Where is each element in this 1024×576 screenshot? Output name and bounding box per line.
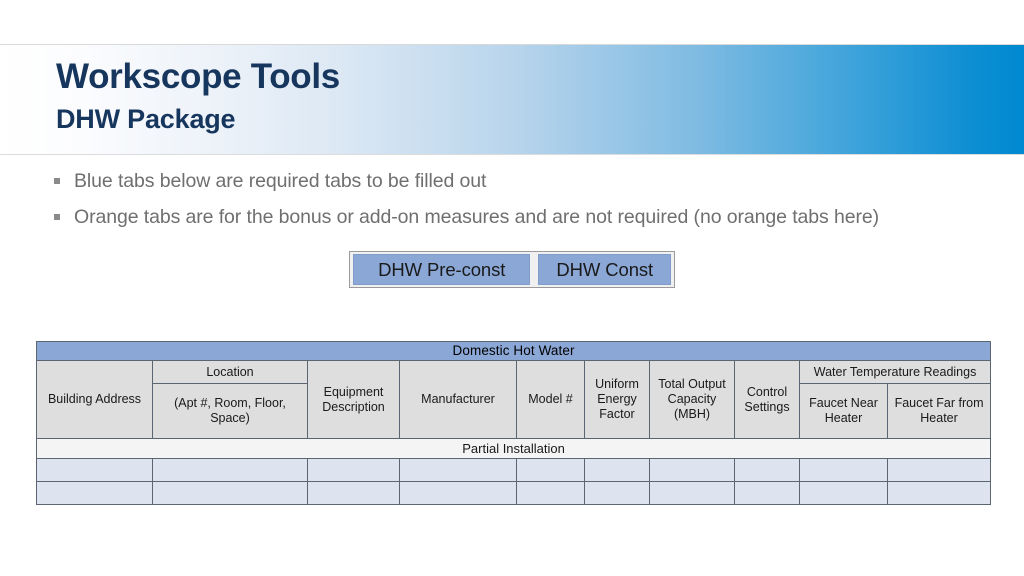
- cell-faucet-far-from-heater[interactable]: [886, 458, 992, 482]
- square-bullet-icon: [54, 214, 60, 220]
- section-row-label: Partial Installation: [35, 438, 992, 459]
- column-header-faucet-near-heater: Faucet Near Heater: [799, 383, 888, 439]
- cell-building-address[interactable]: [36, 458, 153, 482]
- slide-header-band: Workscope Tools DHW Package: [0, 44, 1024, 155]
- column-header-location-detail: (Apt #, Room, Floor, Space): [152, 383, 308, 439]
- cell-model-number[interactable]: [516, 481, 585, 505]
- cell-faucet-far-from-heater[interactable]: [886, 481, 992, 505]
- column-header-faucet-far-from-heater: Faucet Far from Heater: [886, 383, 992, 439]
- tab-dhw-pre-const[interactable]: DHW Pre-const: [353, 254, 531, 285]
- page-subtitle: DHW Package: [56, 104, 236, 134]
- column-header-uniform-energy-factor: Uniform Energy Factor: [584, 360, 650, 439]
- cell-equipment-description[interactable]: [307, 481, 400, 505]
- column-header-equipment-description: Equipment Description: [307, 360, 400, 439]
- tab-dhw-const[interactable]: DHW Const: [538, 254, 671, 285]
- column-header-total-output-capacity: Total Output Capacity (MBH): [649, 360, 735, 439]
- column-header-control-settings: Control Settings: [734, 360, 800, 439]
- cell-model-number[interactable]: [516, 458, 585, 482]
- bullet-item-0-label: Blue tabs below are required tabs to be …: [74, 170, 487, 192]
- cell-uniform-energy-factor[interactable]: [584, 458, 650, 482]
- table-title: Domestic Hot Water: [35, 341, 992, 361]
- table-title-row: Domestic Hot Water: [35, 341, 992, 361]
- bullet-item-0: Blue tabs below are required tabs to be …: [54, 170, 486, 193]
- square-bullet-icon: [54, 178, 60, 184]
- table-row[interactable]: [36, 481, 992, 505]
- cell-faucet-near-heater[interactable]: [799, 458, 888, 482]
- cell-total-output-capacity[interactable]: [649, 458, 735, 482]
- cell-location[interactable]: [152, 481, 308, 505]
- cell-total-output-capacity[interactable]: [649, 481, 735, 505]
- cell-control-settings[interactable]: [734, 458, 800, 482]
- cell-manufacturer[interactable]: [399, 481, 517, 505]
- column-header-location: Location: [152, 360, 308, 384]
- column-header-water-temperature-readings: Water Temperature Readings: [798, 360, 992, 384]
- bullet-item-1: Orange tabs are for the bonus or add-on …: [54, 206, 879, 229]
- cell-control-settings[interactable]: [734, 481, 800, 505]
- domestic-hot-water-table: Domestic Hot Water Building Address Loca…: [35, 341, 992, 505]
- cell-location[interactable]: [152, 458, 308, 482]
- table-header-row-top: Building Address Location Equipment Desc…: [36, 360, 992, 439]
- cell-uniform-energy-factor[interactable]: [584, 481, 650, 505]
- column-header-manufacturer: Manufacturer: [399, 360, 517, 439]
- worksheet-tab-bar: DHW Pre-const DHW Const: [349, 251, 675, 288]
- cell-manufacturer[interactable]: [399, 458, 517, 482]
- cell-building-address[interactable]: [36, 481, 153, 505]
- cell-faucet-near-heater[interactable]: [799, 481, 888, 505]
- table-row[interactable]: [36, 458, 992, 482]
- column-header-building-address: Building Address: [36, 360, 153, 439]
- column-header-model-number: Model #: [516, 360, 585, 439]
- page-title: Workscope Tools: [56, 57, 340, 96]
- cell-equipment-description[interactable]: [307, 458, 400, 482]
- bullet-item-1-label: Orange tabs are for the bonus or add-on …: [74, 206, 879, 228]
- table-section-row-partial-installation: Partial Installation: [35, 438, 992, 459]
